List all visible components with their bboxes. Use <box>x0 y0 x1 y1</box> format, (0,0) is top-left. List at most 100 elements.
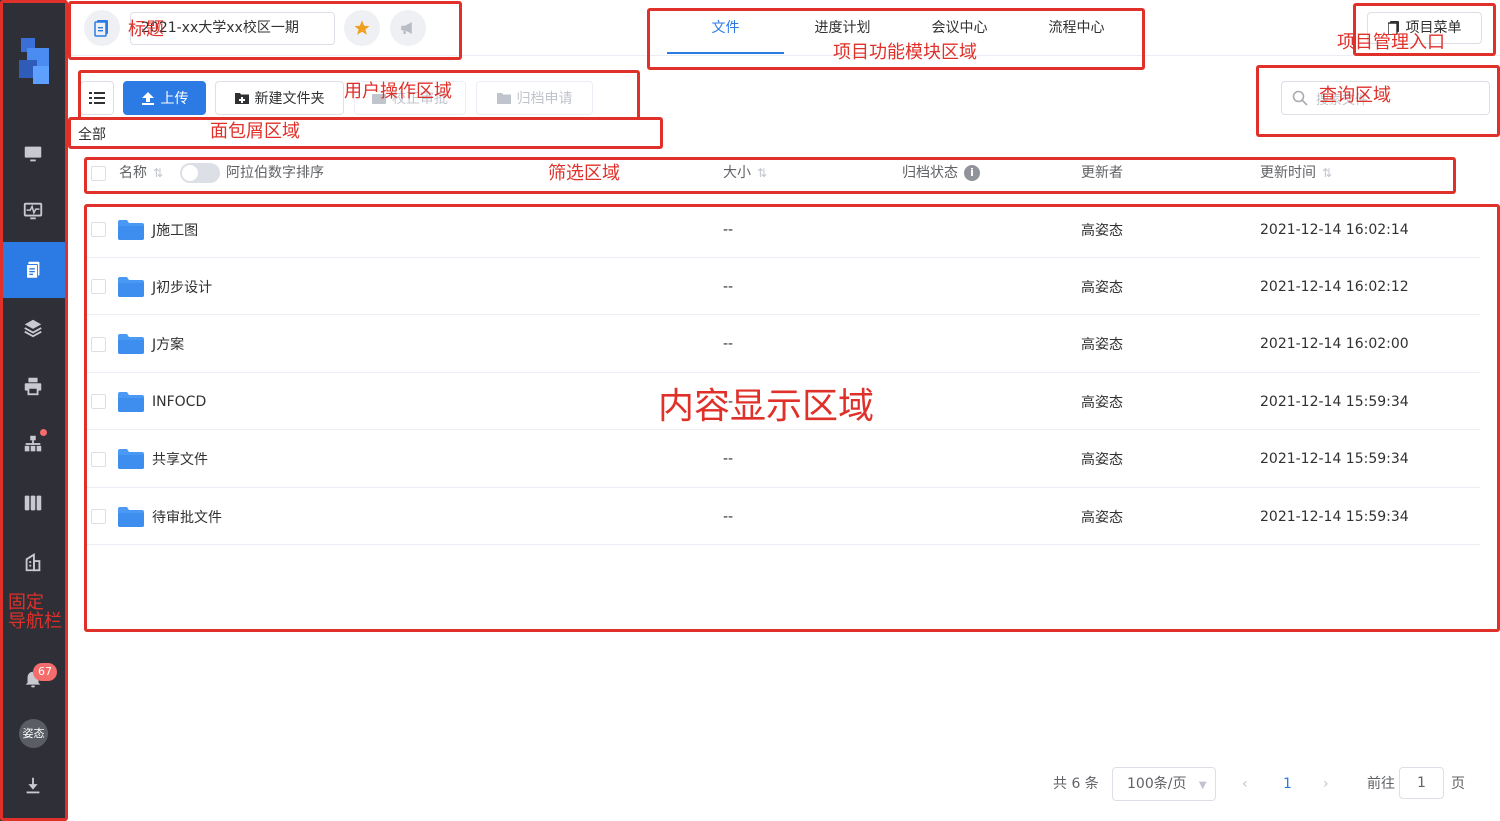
file-name[interactable]: 共享文件 <box>152 449 208 469</box>
column-archive-status: 归档状态 <box>902 165 958 181</box>
file-updater: 高姿态 <box>1081 452 1123 469</box>
file-name[interactable]: J施工图 <box>152 220 198 240</box>
building-icon[interactable] <box>0 534 66 590</box>
row-checkbox[interactable] <box>91 431 106 488</box>
numeric-sort-toggle[interactable] <box>180 163 220 183</box>
files-icon[interactable] <box>0 242 66 298</box>
file-updater: 高姿态 <box>1081 394 1123 411</box>
table-row[interactable]: 共享文件 -- 高姿态 2021-12-14 15:59:34 <box>86 431 1480 488</box>
pagination-total: 共 6 条 <box>1053 776 1099 792</box>
tab-files[interactable]: 文件 <box>667 0 784 56</box>
goto-suffix: 页 <box>1451 776 1465 792</box>
file-updater: 高姿态 <box>1081 222 1123 239</box>
annotation-label-nav-line2: 导航栏 <box>8 611 62 632</box>
row-checkbox[interactable] <box>91 258 106 315</box>
annotation-label-nav-line1: 固定 <box>8 592 44 613</box>
column-updater: 更新者 <box>1081 165 1123 181</box>
org-chart-icon[interactable] <box>0 416 66 472</box>
column-size: 大小 <box>723 165 751 181</box>
star-icon <box>354 20 370 35</box>
file-updater: 高姿态 <box>1081 509 1123 526</box>
annotation-label-content: 内容显示区域 <box>658 386 875 427</box>
annotation-label-title: 标题 <box>128 19 164 40</box>
goto-page-input[interactable]: 1 <box>1399 767 1444 799</box>
activity-icon[interactable] <box>0 183 66 239</box>
folder-icon <box>118 449 144 470</box>
monitor-icon[interactable] <box>0 126 66 182</box>
file-size: -- <box>723 221 734 238</box>
archive-icon <box>496 93 511 104</box>
folder-icon <box>118 219 144 240</box>
annotation-label-user-ops: 用户操作区域 <box>344 81 452 102</box>
goto-prefix: 前往 <box>1367 776 1395 792</box>
new-folder-button[interactable]: 新建文件夹 <box>215 81 344 115</box>
folder-icon <box>118 391 144 412</box>
table-row[interactable]: J初步设计 -- 高姿态 2021-12-14 16:02:12 <box>86 258 1480 316</box>
file-updated-at: 2021-12-14 15:59:34 <box>1260 451 1409 468</box>
tab-workflow[interactable]: 流程中心 <box>1018 0 1135 56</box>
file-updated-at: 2021-12-14 15:59:34 <box>1260 393 1409 410</box>
annotation-label-modules: 项目功能模块区域 <box>833 42 977 63</box>
layers-icon[interactable] <box>0 300 66 356</box>
annotation-label-query: 查询区域 <box>1319 85 1391 106</box>
file-updated-at: 2021-12-14 16:02:14 <box>1260 221 1409 238</box>
select-all-checkbox[interactable] <box>91 156 106 190</box>
table-row[interactable]: J施工图 -- 高姿态 2021-12-14 16:02:14 <box>86 201 1480 258</box>
columns-icon[interactable] <box>0 475 66 531</box>
file-updater: 高姿态 <box>1081 337 1123 354</box>
current-page[interactable]: 1 <box>1283 767 1292 801</box>
file-name[interactable]: 待审批文件 <box>152 507 222 527</box>
file-updater: 高姿态 <box>1081 279 1123 296</box>
row-checkbox[interactable] <box>91 373 106 430</box>
sort-icon[interactable]: ⇅ <box>757 156 767 190</box>
table-row[interactable]: 待审批文件 -- 高姿态 2021-12-14 15:59:34 <box>86 488 1480 545</box>
file-name[interactable]: INFOCD <box>152 394 206 410</box>
fixed-sidebar: 67 姿态 <box>0 0 66 821</box>
numeric-sort-label: 阿拉伯数字排序 <box>226 165 324 181</box>
prev-page-icon[interactable]: ‹ <box>1242 767 1248 801</box>
list-icon <box>89 92 105 104</box>
next-page-icon[interactable]: › <box>1323 767 1329 801</box>
logo <box>15 38 55 86</box>
folder-icon <box>118 506 144 527</box>
annotation-label-breadcrumb: 面包屑区域 <box>210 121 300 142</box>
notification-count-badge: 67 <box>33 663 57 681</box>
table-row[interactable]: J方案 -- 高姿态 2021-12-14 16:02:00 <box>86 316 1480 373</box>
row-checkbox[interactable] <box>91 316 106 373</box>
page-size-select[interactable]: 100条/页 ▼ <box>1112 767 1216 801</box>
column-name: 名称 <box>119 165 147 181</box>
file-size: -- <box>723 508 734 525</box>
file-name[interactable]: J方案 <box>152 334 184 354</box>
file-name[interactable]: J初步设计 <box>152 277 212 297</box>
printer-icon[interactable] <box>0 358 66 414</box>
announce-button[interactable] <box>390 10 426 46</box>
file-updated-at: 2021-12-14 16:02:00 <box>1260 336 1409 353</box>
project-doc-icon <box>84 10 120 46</box>
folder-plus-icon <box>234 93 249 104</box>
megaphone-icon <box>401 22 412 34</box>
file-size: -- <box>723 336 734 353</box>
list-view-button[interactable] <box>80 81 114 115</box>
sort-icon[interactable]: ⇅ <box>153 156 163 190</box>
upload-button[interactable]: 上传 <box>123 81 206 115</box>
row-checkbox[interactable] <box>91 488 106 545</box>
archive-request-button[interactable]: 归档申请 <box>476 81 593 115</box>
row-checkbox[interactable] <box>91 201 106 258</box>
info-icon[interactable]: i <box>964 165 980 181</box>
chevron-down-icon: ▼ <box>1198 780 1207 791</box>
avatar[interactable]: 姿态 <box>19 719 48 748</box>
annotation-box-breadcrumb <box>68 117 663 149</box>
star-button[interactable] <box>344 10 380 46</box>
download-icon[interactable] <box>0 758 66 814</box>
sort-icon[interactable]: ⇅ <box>1322 156 1332 190</box>
file-size: -- <box>723 278 734 295</box>
header-divider <box>66 55 1500 56</box>
file-size: -- <box>723 451 734 468</box>
file-updated-at: 2021-12-14 16:02:12 <box>1260 278 1409 295</box>
breadcrumb-root[interactable]: 全部 <box>78 124 106 144</box>
column-updated-at: 更新时间 <box>1260 165 1316 181</box>
folder-icon <box>118 334 144 355</box>
bell-icon[interactable] <box>0 652 66 708</box>
folder-icon <box>118 276 144 297</box>
notification-dot <box>40 429 47 436</box>
